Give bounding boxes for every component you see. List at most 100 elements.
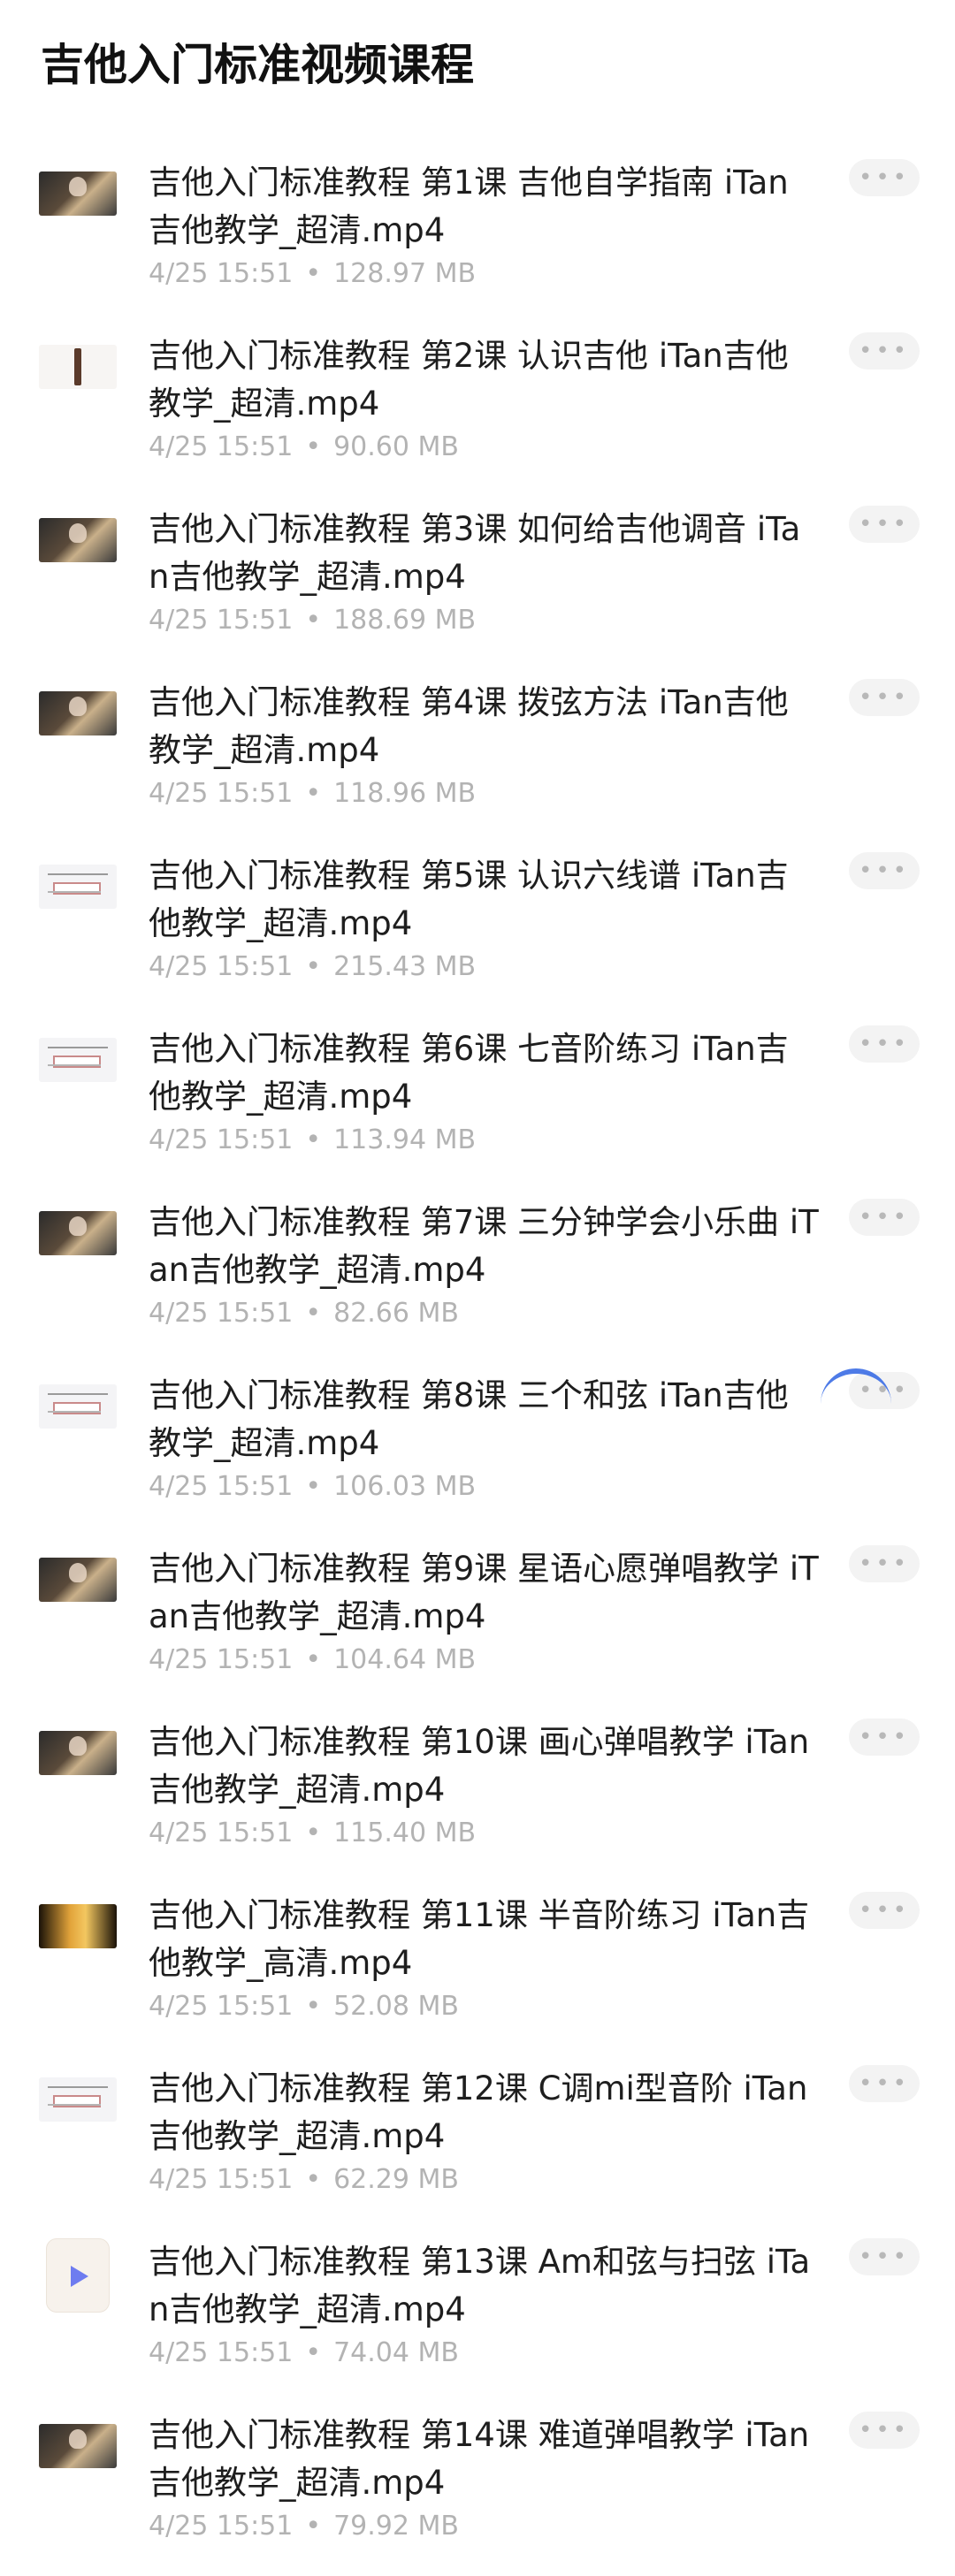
file-list: 吉他入门标准教程 第1课 吉他自学指南 iTan吉他教学_超清.mp4 4/25 …	[0, 150, 955, 2576]
video-thumbnail	[39, 345, 117, 389]
file-row[interactable]: 吉他入门标准教程 第7课 三分钟学会小乐曲 iTan吉他教学_超清.mp4 4/2…	[0, 1190, 955, 1363]
file-date: 4/25 15:51	[149, 431, 294, 462]
file-row[interactable]: 吉他入门标准教程 第3课 如何给吉他调音 iTan吉他教学_超清.mp4 4/25…	[0, 497, 955, 670]
more-options-button[interactable]: •••	[849, 1199, 920, 1236]
file-meta: 4/25 15:51 • 215.43 MB	[149, 949, 476, 985]
separator-dot: •	[305, 431, 322, 462]
file-meta: 4/25 15:51 • 79.92 MB	[149, 2509, 459, 2544]
video-thumbnail	[39, 171, 117, 216]
file-row[interactable]: 吉他入门标准教程 第1课 吉他自学指南 iTan吉他教学_超清.mp4 4/25 …	[0, 150, 955, 324]
file-meta: 4/25 15:51 • 115.40 MB	[149, 1816, 476, 1851]
file-size: 128.97 MB	[333, 258, 477, 289]
more-options-button[interactable]: •••	[849, 1545, 920, 1582]
file-size: 90.60 MB	[333, 431, 459, 462]
file-name: 吉他入门标准教程 第11课 半音阶练习 iTan吉他教学_高清.mp4	[149, 1896, 810, 1982]
file-meta: 4/25 15:51 • 90.60 MB	[149, 430, 459, 465]
file-meta: 4/25 15:51 • 82.66 MB	[149, 1296, 459, 1331]
video-thumbnail	[39, 865, 117, 909]
file-size: 115.40 MB	[333, 1818, 477, 1848]
file-row[interactable]: 吉他入门标准教程 第4课 拨弦方法 iTan吉他教学_超清.mp4 4/25 15…	[0, 670, 955, 843]
separator-dot: •	[305, 1124, 322, 1155]
file-size: 62.29 MB	[333, 2164, 459, 2195]
file-name: 吉他入门标准教程 第2课 认识吉他 iTan吉他教学_超清.mp4	[149, 337, 789, 423]
file-name: 吉他入门标准教程 第14课 难道弹唱教学 iTan吉他教学_超清.mp4	[149, 2416, 810, 2502]
file-date: 4/25 15:51	[149, 1991, 294, 2022]
file-meta: 4/25 15:51 • 106.03 MB	[149, 1469, 476, 1505]
separator-dot: •	[305, 1644, 322, 1675]
more-options-button[interactable]: •••	[849, 1892, 920, 1929]
separator-dot: •	[305, 2337, 322, 2368]
file-meta: 4/25 15:51 • 104.64 MB	[149, 1642, 476, 1678]
more-options-button[interactable]: •••	[849, 2238, 920, 2275]
file-name: 吉他入门标准教程 第4课 拨弦方法 iTan吉他教学_超清.mp4	[149, 683, 789, 769]
file-row[interactable]: 吉他入门标准教程 第10课 画心弹唱教学 iTan吉他教学_超清.mp4 4/25…	[0, 1710, 955, 1883]
video-thumbnail	[39, 518, 117, 562]
more-options-button[interactable]: •••	[849, 159, 920, 196]
more-options-button[interactable]: •••	[849, 679, 920, 716]
file-meta: 4/25 15:51 • 52.08 MB	[149, 1989, 459, 2024]
separator-dot: •	[305, 1471, 322, 1502]
file-size: 82.66 MB	[333, 1298, 459, 1329]
file-meta: 4/25 15:51 • 188.69 MB	[149, 603, 476, 638]
file-name: 吉他入门标准教程 第10课 画心弹唱教学 iTan吉他教学_超清.mp4	[149, 1723, 810, 1809]
more-options-button[interactable]: •••	[849, 852, 920, 889]
separator-dot: •	[305, 951, 322, 982]
file-name: 吉他入门标准教程 第7课 三分钟学会小乐曲 iTan吉他教学_超清.mp4	[149, 1203, 819, 1289]
more-options-button[interactable]: •••	[849, 2065, 920, 2102]
file-date: 4/25 15:51	[149, 2511, 294, 2542]
file-name: 吉他入门标准教程 第5课 认识六线谱 iTan吉他教学_超清.mp4	[149, 857, 789, 942]
file-size: 188.69 MB	[333, 605, 477, 636]
play-icon	[71, 2266, 88, 2287]
file-row[interactable]: 吉他入门标准教程 第9课 星语心愿弹唱教学 iTan吉他教学_超清.mp4 4/2…	[0, 1536, 955, 1710]
file-date: 4/25 15:51	[149, 1124, 294, 1155]
separator-dot: •	[305, 1991, 322, 2022]
file-size: 104.64 MB	[333, 1644, 477, 1675]
file-row[interactable]: 吉他入门标准教程 第8课 三个和弦 iTan吉他教学_超清.mp4 4/25 15…	[0, 1363, 955, 1536]
more-options-button[interactable]: •••	[849, 1719, 920, 1756]
file-meta: 4/25 15:51 • 128.97 MB	[149, 256, 476, 292]
file-row[interactable]: 吉他入门标准教程 第14课 难道弹唱教学 iTan吉他教学_超清.mp4 4/25…	[0, 2403, 955, 2576]
file-row[interactable]: 吉他入门标准教程 第12课 C调mi型音阶 iTan吉他教学_超清.mp4 4/2…	[0, 2056, 955, 2229]
file-meta: 4/25 15:51 • 113.94 MB	[149, 1123, 476, 1158]
separator-dot: •	[305, 2511, 322, 2542]
file-row[interactable]: 吉他入门标准教程 第6课 七音阶练习 iTan吉他教学_超清.mp4 4/25 1…	[0, 1017, 955, 1190]
more-options-button[interactable]: •••	[849, 506, 920, 543]
file-row[interactable]: 吉他入门标准教程 第11课 半音阶练习 iTan吉他教学_高清.mp4 4/25 …	[0, 1883, 955, 2056]
separator-dot: •	[305, 1818, 322, 1848]
file-meta: 4/25 15:51 • 62.29 MB	[149, 2162, 459, 2198]
file-size: 118.96 MB	[333, 778, 477, 809]
more-options-button[interactable]: •••	[849, 1025, 920, 1063]
file-size: 215.43 MB	[333, 951, 477, 982]
file-date: 4/25 15:51	[149, 258, 294, 289]
file-date: 4/25 15:51	[149, 1298, 294, 1329]
file-date: 4/25 15:51	[149, 951, 294, 982]
file-meta: 4/25 15:51 • 74.04 MB	[149, 2336, 459, 2371]
video-file-icon	[46, 2238, 110, 2313]
file-size: 79.92 MB	[333, 2511, 459, 2542]
file-name: 吉他入门标准教程 第12课 C调mi型音阶 iTan吉他教学_超清.mp4	[149, 2069, 808, 2155]
file-meta: 4/25 15:51 • 118.96 MB	[149, 776, 476, 812]
video-thumbnail	[39, 2424, 117, 2468]
separator-dot: •	[305, 1298, 322, 1329]
video-thumbnail	[39, 691, 117, 735]
file-row[interactable]: 吉他入门标准教程 第2课 认识吉他 iTan吉他教学_超清.mp4 4/25 15…	[0, 324, 955, 497]
video-thumbnail	[39, 1384, 117, 1429]
file-date: 4/25 15:51	[149, 2164, 294, 2195]
video-thumbnail	[39, 1211, 117, 1255]
separator-dot: •	[305, 605, 322, 636]
more-options-button[interactable]: •••	[849, 332, 920, 370]
file-row[interactable]: 吉他入门标准教程 第5课 认识六线谱 iTan吉他教学_超清.mp4 4/25 1…	[0, 843, 955, 1017]
video-thumbnail	[39, 1731, 117, 1775]
file-row[interactable]: 吉他入门标准教程 第13课 Am和弦与扫弦 iTan吉他教学_超清.mp4 4/2…	[0, 2229, 955, 2403]
more-options-button[interactable]: •••	[849, 2412, 920, 2449]
file-name: 吉他入门标准教程 第8课 三个和弦 iTan吉他教学_超清.mp4	[149, 1376, 789, 1462]
file-name: 吉他入门标准教程 第13课 Am和弦与扫弦 iTan吉他教学_超清.mp4	[149, 2243, 811, 2328]
video-thumbnail	[39, 1038, 117, 1082]
file-date: 4/25 15:51	[149, 2337, 294, 2368]
file-date: 4/25 15:51	[149, 1644, 294, 1675]
file-name: 吉他入门标准教程 第6课 七音阶练习 iTan吉他教学_超清.mp4	[149, 1030, 789, 1116]
video-thumbnail	[39, 2077, 117, 2122]
file-name: 吉他入门标准教程 第3课 如何给吉他调音 iTan吉他教学_超清.mp4	[149, 510, 801, 596]
separator-dot: •	[305, 778, 322, 809]
video-thumbnail	[39, 1558, 117, 1602]
